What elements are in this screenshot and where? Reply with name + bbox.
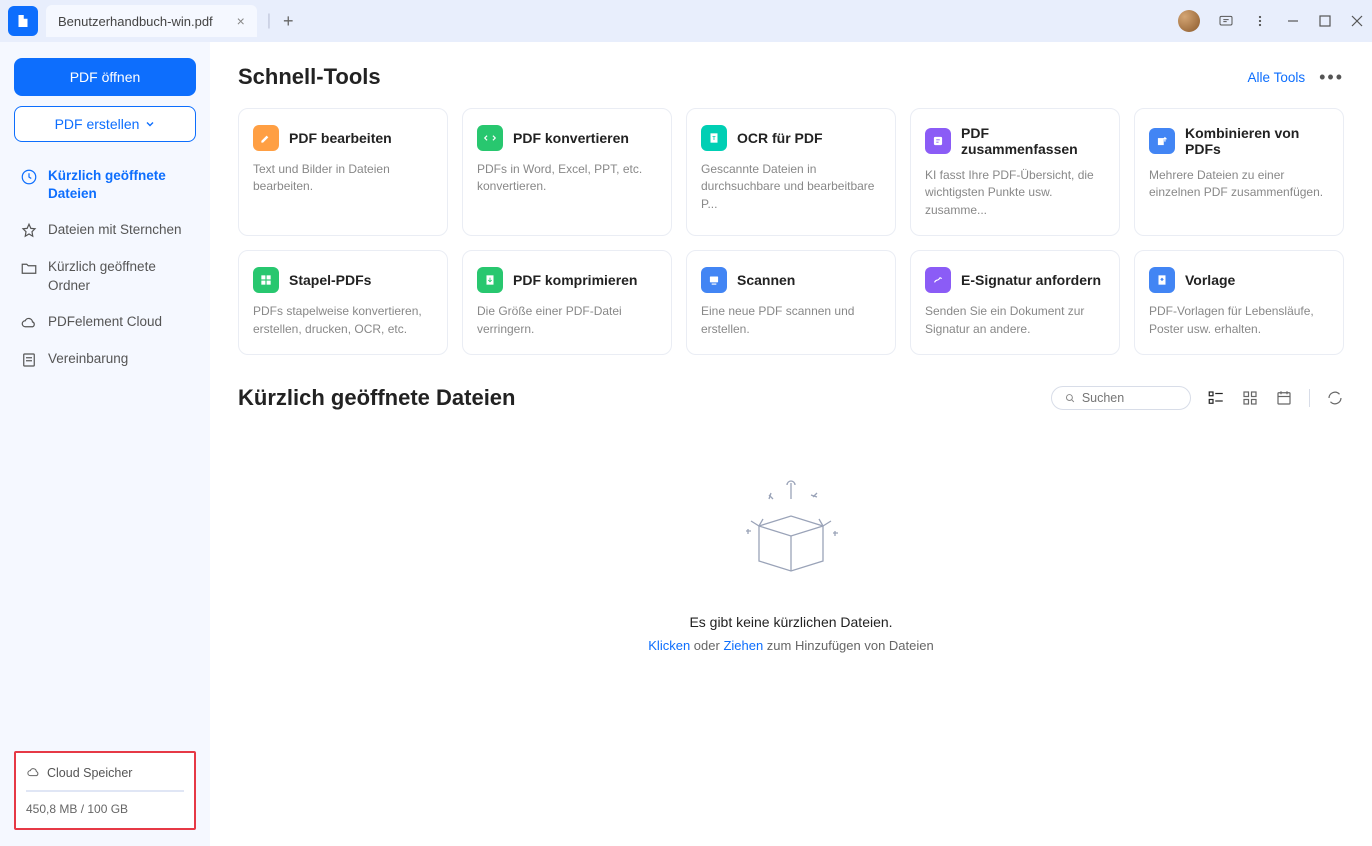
tool-desc: PDFs stapelweise konvertieren, erstellen… — [253, 303, 433, 338]
tool-card-convert-pdf[interactable]: PDF konvertieren PDFs in Word, Excel, PPT… — [462, 108, 672, 236]
tool-desc: PDF-Vorlagen für Lebensläufe, Poster usw… — [1149, 303, 1329, 338]
sidebar-label: PDFelement Cloud — [48, 313, 162, 331]
tool-card-ocr-pdf[interactable]: T OCR für PDF Gescannte Dateien in durchsu… — [686, 108, 896, 236]
window-close-icon[interactable] — [1350, 14, 1364, 28]
sidebar-label: Kürzlich geöffnete Dateien — [48, 167, 190, 203]
titlebar: Benutzerhandbuch-win.pdf × | + — [0, 0, 1372, 42]
tool-card-combine-pdf[interactable]: Kombinieren von PDFs Mehrere Dateien zu e… — [1134, 108, 1344, 236]
kebab-menu-icon[interactable] — [1252, 13, 1268, 29]
sidebar-item-agreement[interactable]: Vereinbarung — [14, 341, 196, 378]
edit-pdf-icon — [253, 125, 279, 151]
tool-card-edit-pdf[interactable]: PDF bearbeiten Text und Bilder in Dateien… — [238, 108, 448, 236]
create-pdf-button[interactable]: PDF erstellen — [14, 106, 196, 142]
empty-message: Es gibt keine kürzlichen Dateien. — [238, 614, 1344, 630]
tab-close-icon[interactable]: × — [237, 13, 245, 29]
app-logo[interactable] — [8, 6, 38, 36]
list-view-icon[interactable] — [1207, 389, 1225, 407]
refresh-icon[interactable] — [1326, 389, 1344, 407]
tool-card-compress-pdf[interactable]: PDF komprimieren Die Größe einer PDF-Date… — [462, 250, 672, 355]
empty-hint: Klicken oder Ziehen zum Hinzufügen von D… — [238, 638, 1344, 653]
cloud-usage-text: 450,8 MB / 100 GB — [26, 802, 184, 816]
empty-box-icon — [721, 471, 861, 591]
cloud-usage-bar — [26, 790, 184, 792]
tool-title: PDF zusammenfassen — [961, 125, 1105, 157]
tool-card-scan[interactable]: Scannen Eine neue PDF scannen und erstell… — [686, 250, 896, 355]
tool-title: Stapel-PDFs — [289, 272, 371, 288]
main-content: Schnell-Tools Alle Tools ••• PDF bearbei… — [210, 42, 1372, 846]
tool-desc: Senden Sie ein Dokument zur Signatur an … — [925, 303, 1105, 338]
tab-add-icon[interactable]: + — [277, 11, 300, 32]
scan-icon — [701, 267, 727, 293]
clock-icon — [20, 168, 38, 186]
tool-desc: Text und Bilder in Dateien bearbeiten. — [253, 161, 433, 196]
tool-grid: PDF bearbeiten Text und Bilder in Dateien… — [238, 108, 1344, 355]
document-icon — [20, 351, 38, 369]
sidebar-item-starred[interactable]: Dateien mit Sternchen — [14, 212, 196, 249]
tool-desc: Mehrere Dateien zu einer einzelnen PDF z… — [1149, 167, 1329, 202]
tool-desc: KI fasst Ihre PDF-Übersicht, die wichtig… — [925, 167, 1105, 219]
cloud-storage-panel[interactable]: Cloud Speicher 450,8 MB / 100 GB — [14, 751, 196, 830]
sidebar-item-recent-files[interactable]: Kürzlich geöffnete Dateien — [14, 158, 196, 212]
more-menu-icon[interactable]: ••• — [1319, 67, 1344, 88]
cloud-title-label: Cloud Speicher — [47, 766, 132, 780]
tool-card-template[interactable]: Vorlage PDF-Vorlagen für Lebensläufe, Pos… — [1134, 250, 1344, 355]
tab-label: Benutzerhandbuch-win.pdf — [58, 14, 213, 29]
quick-tools-title: Schnell-Tools — [238, 64, 381, 90]
tool-card-batch-pdf[interactable]: Stapel-PDFs PDFs stapelweise konvertieren… — [238, 250, 448, 355]
grid-view-icon[interactable] — [1241, 389, 1259, 407]
drag-link[interactable]: Ziehen — [723, 638, 763, 653]
empty-state: Es gibt keine kürzlichen Dateien. Klicke… — [238, 441, 1344, 683]
sidebar-label: Dateien mit Sternchen — [48, 221, 182, 239]
cloud-icon — [26, 765, 41, 780]
esign-icon — [925, 267, 951, 293]
sidebar: PDF öffnen PDF erstellen Kürzlich geöffn… — [0, 42, 210, 846]
tool-title: PDF komprimieren — [513, 272, 637, 288]
tool-card-summarize-pdf[interactable]: PDF zusammenfassen KI fasst Ihre PDF-Über… — [910, 108, 1120, 236]
tab-document[interactable]: Benutzerhandbuch-win.pdf × — [46, 5, 257, 37]
star-icon — [20, 222, 38, 240]
separator — [1309, 389, 1310, 407]
sidebar-label: Kürzlich geöffnete Ordner — [48, 258, 190, 294]
sidebar-label: Vereinbarung — [48, 350, 128, 368]
chevron-down-icon — [145, 119, 155, 129]
search-icon — [1064, 391, 1076, 405]
compress-pdf-icon — [477, 267, 503, 293]
sidebar-item-cloud[interactable]: PDFelement Cloud — [14, 304, 196, 341]
recent-files-title: Kürzlich geöffnete Dateien — [238, 385, 515, 411]
tool-title: OCR für PDF — [737, 130, 823, 146]
ocr-pdf-icon: T — [701, 125, 727, 151]
tool-title: Kombinieren von PDFs — [1185, 125, 1329, 157]
tool-title: PDF bearbeiten — [289, 130, 392, 146]
search-input[interactable] — [1082, 391, 1178, 405]
template-icon — [1149, 267, 1175, 293]
tool-title: PDF konvertieren — [513, 130, 629, 146]
message-icon[interactable] — [1218, 13, 1234, 29]
tool-title: Vorlage — [1185, 272, 1235, 288]
sidebar-item-recent-folders[interactable]: Kürzlich geöffnete Ordner — [14, 249, 196, 303]
tool-card-esign[interactable]: E-Signatur anfordern Senden Sie ein Dokum… — [910, 250, 1120, 355]
tool-title: Scannen — [737, 272, 795, 288]
search-box[interactable] — [1051, 386, 1191, 410]
folder-icon — [20, 259, 38, 277]
tool-desc: Gescannte Dateien in durchsuchbare und b… — [701, 161, 881, 213]
tool-title: E-Signatur anfordern — [961, 272, 1101, 288]
window-minimize-icon[interactable] — [1286, 14, 1300, 28]
tab-separator: | — [267, 12, 271, 30]
all-tools-link[interactable]: Alle Tools — [1248, 70, 1306, 85]
click-link[interactable]: Klicken — [648, 638, 690, 653]
summarize-pdf-icon — [925, 128, 951, 154]
calendar-view-icon[interactable] — [1275, 389, 1293, 407]
combine-pdf-icon — [1149, 128, 1175, 154]
batch-pdf-icon — [253, 267, 279, 293]
open-pdf-button[interactable]: PDF öffnen — [14, 58, 196, 96]
window-maximize-icon[interactable] — [1318, 14, 1332, 28]
cloud-icon — [20, 314, 38, 332]
create-pdf-label: PDF erstellen — [55, 116, 140, 132]
user-avatar[interactable] — [1178, 10, 1200, 32]
tool-desc: Die Größe einer PDF-Datei verringern. — [477, 303, 657, 338]
tool-desc: Eine neue PDF scannen und erstellen. — [701, 303, 881, 338]
tool-desc: PDFs in Word, Excel, PPT, etc. konvertie… — [477, 161, 657, 196]
convert-pdf-icon — [477, 125, 503, 151]
